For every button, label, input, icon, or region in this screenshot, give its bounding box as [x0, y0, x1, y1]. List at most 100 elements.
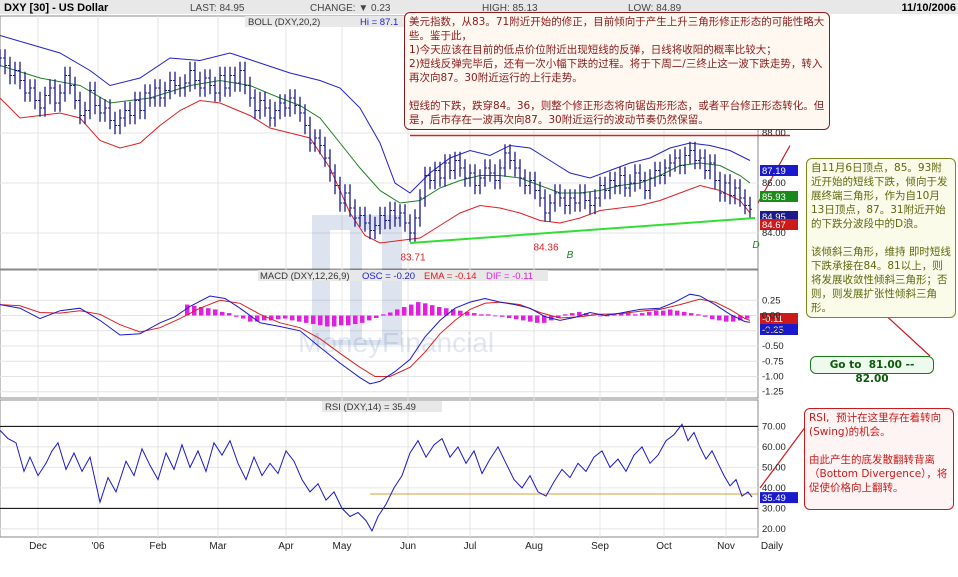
- macd-y-tick-label: -0.25: [762, 326, 784, 337]
- macd-y-tick-label: -1.25: [762, 387, 784, 398]
- rsi-note: RSI, 预计在这里存在着转向(Swing)的机会。 由此产生的底发散翻转背离（…: [804, 408, 954, 510]
- macd-histogram-bar: [570, 313, 575, 316]
- macd-histogram-bar: [500, 315, 505, 317]
- analysis-note-triangle: 自11月6日顶点，85。93附近开始的短线下跌，倾向于发展终端三角形，作为自10…: [806, 158, 956, 318]
- macd-histogram-bar: [682, 311, 687, 316]
- macd-histogram-bar: [353, 315, 358, 325]
- macd-histogram-bar: [598, 315, 603, 317]
- boll-hi: Hi = 87.1: [360, 17, 398, 28]
- macd-histogram-bar: [311, 315, 316, 325]
- macd-histogram-bar: [696, 314, 701, 316]
- macd-y-tick-label: 0.25: [762, 295, 781, 306]
- macd-histogram-bar: [423, 303, 428, 316]
- macd-histogram-bar: [374, 315, 379, 318]
- x-tick-label: Apr: [278, 541, 294, 552]
- macd-histogram-bar: [220, 311, 225, 316]
- macd-histogram-bar: [535, 315, 540, 323]
- rsi-note-arrow: [759, 425, 807, 489]
- symbol-title: DXY [30] - US Dollar: [4, 2, 109, 14]
- macd-histogram-bar: [276, 315, 281, 320]
- macd-histogram-bar: [563, 314, 568, 316]
- macd-histogram-bar: [318, 315, 323, 326]
- wave-label: 84.36: [533, 243, 558, 254]
- macd-histogram-bar: [654, 310, 659, 316]
- macd-histogram-bar: [633, 314, 638, 316]
- rsi-y-tick-label: 60.00: [762, 442, 786, 453]
- x-tick-label: Daily: [761, 541, 783, 552]
- macd-histogram-bar: [241, 315, 246, 319]
- macd-histogram-bar: [661, 310, 666, 316]
- x-tick-label: May: [333, 541, 352, 552]
- change-value: CHANGE: ▼ 0.23: [310, 3, 391, 14]
- macd-histogram-bar: [402, 306, 407, 316]
- macd-histogram-bar: [689, 313, 694, 316]
- macd-histogram-bar: [528, 315, 533, 322]
- macd-histogram-bar: [325, 315, 330, 327]
- macd-y-tick-label: -1.00: [762, 371, 784, 382]
- macd-histogram-bar: [486, 314, 491, 316]
- macd-histogram-bar: [283, 315, 288, 319]
- macd-y-tick-label: -0.75: [762, 356, 784, 367]
- macd-histogram-bar: [514, 315, 519, 320]
- x-tick-label: Jun: [400, 541, 416, 552]
- macd-histogram-bar: [430, 305, 435, 316]
- rsi-panel: [0, 399, 759, 538]
- macd-histogram-bar: [703, 315, 708, 317]
- macd-histogram-bar: [479, 314, 484, 316]
- x-tick-label: '06: [91, 541, 104, 552]
- price-tag: 85.93: [762, 192, 786, 203]
- price-y-tick-label: 84.00: [762, 228, 786, 239]
- macd-histogram-bar: [647, 311, 652, 316]
- macd-histogram-bar: [206, 308, 211, 316]
- rsi-y-tick-label: 70.00: [762, 421, 786, 432]
- price-y-tick-label: 86.00: [762, 178, 786, 189]
- last-price: LAST: 84.95: [190, 3, 245, 14]
- macd-histogram-bar: [472, 313, 477, 316]
- macd-histogram-bar: [360, 315, 365, 323]
- macd-osc-label: OSC = -0.20: [362, 271, 415, 282]
- macd-histogram-bar: [297, 315, 302, 322]
- macd-histogram-bar: [409, 304, 414, 316]
- macd-label: MACD (DXY,12,26,9): [260, 271, 350, 282]
- chart-date: 11/10/2006: [902, 2, 956, 14]
- x-tick-label: Mar: [209, 541, 227, 552]
- macd-histogram-bar: [290, 315, 295, 321]
- macd-histogram-bar: [521, 315, 526, 321]
- wave-label: 83.71: [400, 253, 425, 264]
- boll-label: BOLL (DXY,20,2): [248, 17, 320, 28]
- rsi-label: RSI (DXY,14) = 35.49: [325, 402, 416, 413]
- macd-histogram-bar: [710, 315, 715, 320]
- wave-label: D: [752, 240, 759, 251]
- macd-histogram-bar: [213, 309, 218, 316]
- macd-dif-label: DIF = -0.11: [486, 271, 533, 282]
- macd-histogram-bar: [395, 309, 400, 316]
- wave-label: B: [567, 250, 574, 261]
- x-tick-label: Feb: [149, 541, 167, 552]
- macd-y-tick-label: 0.00: [762, 311, 781, 322]
- macd-histogram-bar: [745, 315, 750, 319]
- analysis-note-main: 美元指数，从83。71附近开始的修正，目前倾向于产生上升三角形修正形态的可能性略…: [404, 12, 830, 130]
- rsi-y-tick-label: 40.00: [762, 483, 786, 494]
- macd-histogram-bar: [388, 312, 393, 316]
- macd-histogram-bar: [367, 315, 372, 321]
- rsi-y-tick-label: 50.00: [762, 462, 786, 473]
- x-tick-label: Aug: [525, 541, 543, 552]
- macd-histogram-bar: [626, 313, 631, 316]
- x-tick-label: Sep: [591, 541, 609, 552]
- x-tick-label: Oct: [656, 541, 672, 552]
- macd-histogram-bar: [346, 315, 351, 326]
- macd-histogram-bar: [339, 315, 344, 326]
- macd-histogram-bar: [332, 315, 337, 327]
- macd-y-tick-label: -0.50: [762, 341, 784, 352]
- target-price-note: Go to 81.00 -- 82.00: [810, 356, 934, 385]
- macd-histogram-bar: [227, 313, 232, 316]
- x-tick-label: Nov: [717, 541, 735, 552]
- macd-histogram-bar: [234, 315, 239, 317]
- macd-histogram-bar: [717, 315, 722, 321]
- macd-histogram-bar: [493, 315, 498, 317]
- price-tag: 87.19: [762, 166, 786, 177]
- macd-histogram-bar: [381, 314, 386, 316]
- x-tick-label: Jul: [464, 541, 477, 552]
- macd-ema-label: EMA = -0.14: [424, 271, 477, 282]
- macd-histogram-bar: [675, 310, 680, 316]
